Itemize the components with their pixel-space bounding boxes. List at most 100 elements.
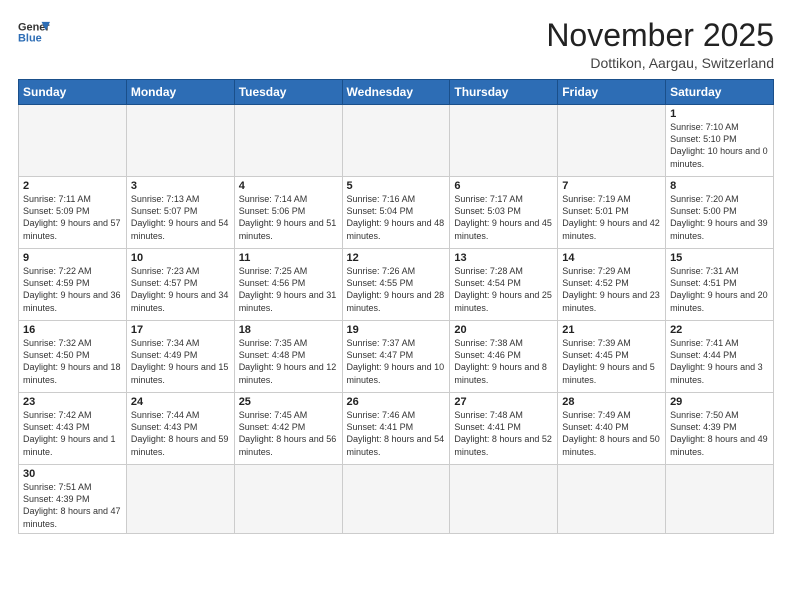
day-info: Sunrise: 7:10 AM Sunset: 5:10 PM Dayligh… (670, 121, 769, 170)
title-block: November 2025 Dottikon, Aargau, Switzerl… (546, 18, 774, 71)
day-number: 4 (239, 180, 338, 192)
table-row: 28Sunrise: 7:49 AM Sunset: 4:40 PM Dayli… (558, 393, 666, 465)
subtitle: Dottikon, Aargau, Switzerland (546, 55, 774, 71)
table-row (234, 105, 342, 177)
table-row: 16Sunrise: 7:32 AM Sunset: 4:50 PM Dayli… (19, 321, 127, 393)
table-row: 27Sunrise: 7:48 AM Sunset: 4:41 PM Dayli… (450, 393, 558, 465)
table-row (558, 465, 666, 534)
table-row (450, 105, 558, 177)
day-number: 22 (670, 324, 769, 336)
day-info: Sunrise: 7:49 AM Sunset: 4:40 PM Dayligh… (562, 409, 661, 458)
table-row: 14Sunrise: 7:29 AM Sunset: 4:52 PM Dayli… (558, 249, 666, 321)
day-number: 17 (131, 324, 230, 336)
table-row: 11Sunrise: 7:25 AM Sunset: 4:56 PM Dayli… (234, 249, 342, 321)
table-row (126, 465, 234, 534)
table-row: 22Sunrise: 7:41 AM Sunset: 4:44 PM Dayli… (666, 321, 774, 393)
day-info: Sunrise: 7:13 AM Sunset: 5:07 PM Dayligh… (131, 193, 230, 242)
day-number: 28 (562, 396, 661, 408)
day-number: 15 (670, 252, 769, 264)
day-number: 24 (131, 396, 230, 408)
day-info: Sunrise: 7:48 AM Sunset: 4:41 PM Dayligh… (454, 409, 553, 458)
day-info: Sunrise: 7:29 AM Sunset: 4:52 PM Dayligh… (562, 265, 661, 314)
day-number: 8 (670, 180, 769, 192)
day-number: 7 (562, 180, 661, 192)
day-info: Sunrise: 7:45 AM Sunset: 4:42 PM Dayligh… (239, 409, 338, 458)
table-row: 8Sunrise: 7:20 AM Sunset: 5:00 PM Daylig… (666, 177, 774, 249)
day-number: 29 (670, 396, 769, 408)
table-row (342, 465, 450, 534)
table-row: 19Sunrise: 7:37 AM Sunset: 4:47 PM Dayli… (342, 321, 450, 393)
col-tuesday: Tuesday (234, 80, 342, 105)
table-row: 17Sunrise: 7:34 AM Sunset: 4:49 PM Dayli… (126, 321, 234, 393)
day-number: 27 (454, 396, 553, 408)
day-info: Sunrise: 7:14 AM Sunset: 5:06 PM Dayligh… (239, 193, 338, 242)
day-info: Sunrise: 7:42 AM Sunset: 4:43 PM Dayligh… (23, 409, 122, 458)
table-row (126, 105, 234, 177)
table-row: 1Sunrise: 7:10 AM Sunset: 5:10 PM Daylig… (666, 105, 774, 177)
day-number: 25 (239, 396, 338, 408)
day-number: 11 (239, 252, 338, 264)
day-number: 14 (562, 252, 661, 264)
table-row: 20Sunrise: 7:38 AM Sunset: 4:46 PM Dayli… (450, 321, 558, 393)
day-number: 16 (23, 324, 122, 336)
day-number: 26 (347, 396, 446, 408)
day-info: Sunrise: 7:19 AM Sunset: 5:01 PM Dayligh… (562, 193, 661, 242)
day-info: Sunrise: 7:23 AM Sunset: 4:57 PM Dayligh… (131, 265, 230, 314)
day-number: 5 (347, 180, 446, 192)
table-row (19, 105, 127, 177)
day-info: Sunrise: 7:11 AM Sunset: 5:09 PM Dayligh… (23, 193, 122, 242)
table-row: 24Sunrise: 7:44 AM Sunset: 4:43 PM Dayli… (126, 393, 234, 465)
col-thursday: Thursday (450, 80, 558, 105)
col-friday: Friday (558, 80, 666, 105)
day-info: Sunrise: 7:39 AM Sunset: 4:45 PM Dayligh… (562, 337, 661, 386)
table-row: 21Sunrise: 7:39 AM Sunset: 4:45 PM Dayli… (558, 321, 666, 393)
day-number: 21 (562, 324, 661, 336)
day-info: Sunrise: 7:46 AM Sunset: 4:41 PM Dayligh… (347, 409, 446, 458)
day-info: Sunrise: 7:17 AM Sunset: 5:03 PM Dayligh… (454, 193, 553, 242)
day-info: Sunrise: 7:25 AM Sunset: 4:56 PM Dayligh… (239, 265, 338, 314)
table-row: 29Sunrise: 7:50 AM Sunset: 4:39 PM Dayli… (666, 393, 774, 465)
table-row: 15Sunrise: 7:31 AM Sunset: 4:51 PM Dayli… (666, 249, 774, 321)
day-info: Sunrise: 7:28 AM Sunset: 4:54 PM Dayligh… (454, 265, 553, 314)
day-info: Sunrise: 7:50 AM Sunset: 4:39 PM Dayligh… (670, 409, 769, 458)
day-info: Sunrise: 7:51 AM Sunset: 4:39 PM Dayligh… (23, 481, 122, 530)
table-row: 18Sunrise: 7:35 AM Sunset: 4:48 PM Dayli… (234, 321, 342, 393)
day-number: 30 (23, 468, 122, 480)
day-number: 19 (347, 324, 446, 336)
day-number: 23 (23, 396, 122, 408)
table-row: 26Sunrise: 7:46 AM Sunset: 4:41 PM Dayli… (342, 393, 450, 465)
table-row (666, 465, 774, 534)
day-info: Sunrise: 7:16 AM Sunset: 5:04 PM Dayligh… (347, 193, 446, 242)
day-number: 18 (239, 324, 338, 336)
table-row (450, 465, 558, 534)
day-info: Sunrise: 7:20 AM Sunset: 5:00 PM Dayligh… (670, 193, 769, 242)
month-title: November 2025 (546, 18, 774, 53)
header-row: Sunday Monday Tuesday Wednesday Thursday… (19, 80, 774, 105)
table-row: 23Sunrise: 7:42 AM Sunset: 4:43 PM Dayli… (19, 393, 127, 465)
table-row: 25Sunrise: 7:45 AM Sunset: 4:42 PM Dayli… (234, 393, 342, 465)
day-info: Sunrise: 7:32 AM Sunset: 4:50 PM Dayligh… (23, 337, 122, 386)
svg-text:Blue: Blue (18, 32, 42, 44)
table-row: 12Sunrise: 7:26 AM Sunset: 4:55 PM Dayli… (342, 249, 450, 321)
day-info: Sunrise: 7:41 AM Sunset: 4:44 PM Dayligh… (670, 337, 769, 386)
day-info: Sunrise: 7:26 AM Sunset: 4:55 PM Dayligh… (347, 265, 446, 314)
day-info: Sunrise: 7:38 AM Sunset: 4:46 PM Dayligh… (454, 337, 553, 386)
generalblue-icon: General Blue (18, 18, 50, 46)
table-row: 7Sunrise: 7:19 AM Sunset: 5:01 PM Daylig… (558, 177, 666, 249)
page: General Blue November 2025 Dottikon, Aar… (0, 0, 792, 612)
table-row: 10Sunrise: 7:23 AM Sunset: 4:57 PM Dayli… (126, 249, 234, 321)
day-info: Sunrise: 7:37 AM Sunset: 4:47 PM Dayligh… (347, 337, 446, 386)
day-info: Sunrise: 7:35 AM Sunset: 4:48 PM Dayligh… (239, 337, 338, 386)
header: General Blue November 2025 Dottikon, Aar… (18, 18, 774, 71)
day-number: 20 (454, 324, 553, 336)
day-info: Sunrise: 7:44 AM Sunset: 4:43 PM Dayligh… (131, 409, 230, 458)
table-row (558, 105, 666, 177)
table-row: 30Sunrise: 7:51 AM Sunset: 4:39 PM Dayli… (19, 465, 127, 534)
day-number: 10 (131, 252, 230, 264)
table-row: 2Sunrise: 7:11 AM Sunset: 5:09 PM Daylig… (19, 177, 127, 249)
day-number: 1 (670, 108, 769, 120)
table-row (342, 105, 450, 177)
day-number: 6 (454, 180, 553, 192)
table-row: 3Sunrise: 7:13 AM Sunset: 5:07 PM Daylig… (126, 177, 234, 249)
day-number: 9 (23, 252, 122, 264)
